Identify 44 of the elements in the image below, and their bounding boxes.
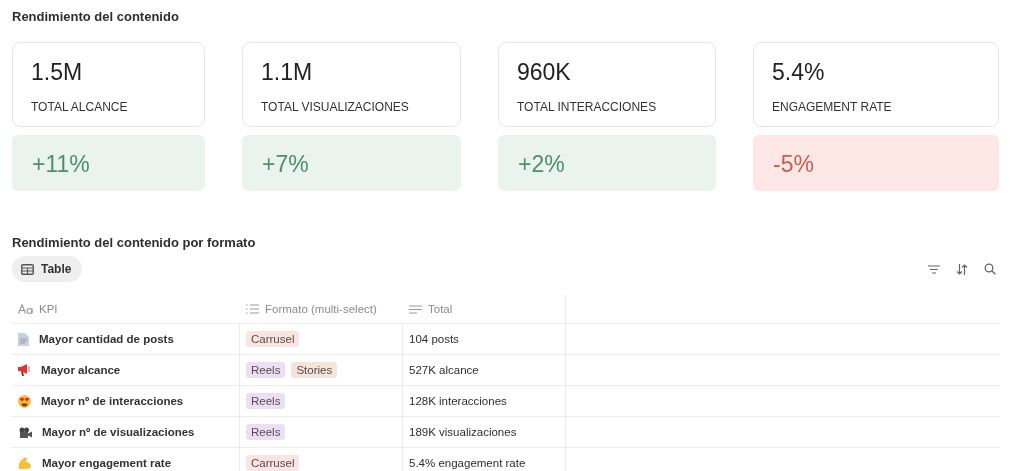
format-tag: Stories: [291, 362, 338, 378]
metric-value: 1.1M: [261, 59, 314, 86]
column-header[interactable]: Total: [428, 303, 453, 315]
metric-label: TOTAL VISUALIZACIONES: [261, 100, 410, 114]
format-tag: Carrusel: [246, 455, 300, 471]
sort-icon[interactable]: [956, 263, 968, 275]
list-icon: [246, 304, 259, 314]
format-tag: Reels: [246, 362, 286, 378]
video-camera-icon: [18, 426, 32, 438]
heart-eyes-emoji-icon: [18, 394, 31, 408]
change-card: +7%: [242, 135, 461, 191]
change-card: +2%: [498, 135, 716, 191]
kpi-name[interactable]: Mayor alcance: [41, 364, 121, 376]
kpi-name[interactable]: Mayor cantidad de posts: [39, 333, 174, 345]
format-tag: Reels: [246, 424, 286, 440]
section-title: Rendimiento del contenido: [12, 9, 180, 26]
change-card: +11%: [12, 135, 205, 191]
total-value: 189K visualizaciones: [409, 426, 517, 438]
kpi-name[interactable]: Mayor nº de visualizaciones: [42, 426, 195, 438]
total-value: 5.4% engagement rate: [409, 457, 526, 469]
metric-label: TOTAL INTERACCIONES: [517, 100, 658, 114]
format-tag: Reels: [246, 393, 286, 409]
kpi-name[interactable]: Mayor engagement rate: [42, 457, 172, 469]
search-icon[interactable]: [984, 263, 996, 275]
section-title: Rendimiento del contenido por formato: [12, 235, 257, 250]
view-tab[interactable]: Table: [12, 256, 83, 282]
metric-label: TOTAL ALCANCE: [31, 100, 129, 114]
total-value: 128K interacciones: [409, 395, 507, 407]
document-icon: [18, 332, 29, 346]
change-card: -5%: [753, 135, 999, 191]
text-type-icon: [18, 304, 33, 314]
total-value: 527K alcance: [409, 364, 479, 376]
filter-icon[interactable]: [928, 264, 940, 274]
text-lines-icon: [409, 304, 422, 314]
total-value: 104 posts: [409, 333, 459, 345]
metric-value: 1.5M: [31, 59, 84, 86]
column-header[interactable]: Formato (multi-select): [265, 303, 377, 315]
table-icon: [21, 263, 34, 275]
megaphone-icon: [18, 364, 31, 376]
kpi-name[interactable]: Mayor nº de interacciones: [41, 395, 184, 407]
metric-value: 960K: [517, 59, 572, 86]
metric-label: ENGAGEMENT RATE: [772, 100, 893, 114]
format-tag: Carrusel: [246, 331, 300, 347]
metric-value: 5.4%: [772, 59, 826, 86]
